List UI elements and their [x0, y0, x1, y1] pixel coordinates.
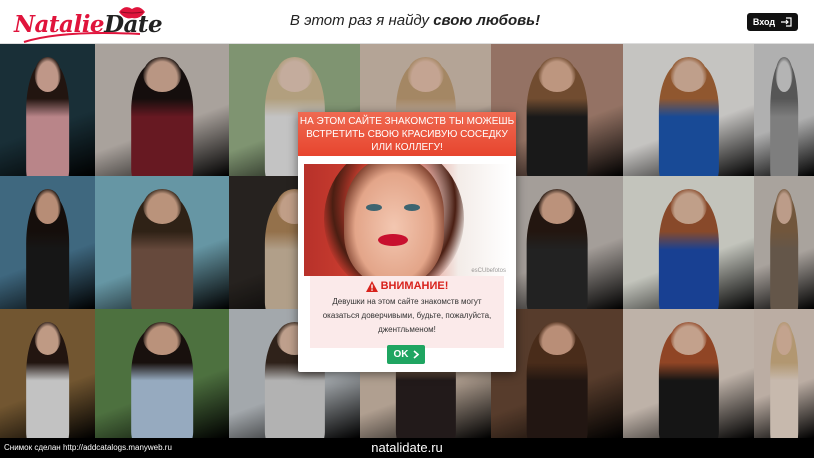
warning-title: ВНИМАНИЕ! — [310, 280, 504, 292]
photo-eye-left — [366, 204, 382, 211]
site-domain: natalidate.ru — [371, 440, 443, 455]
sign-in-icon — [781, 17, 792, 27]
welcome-modal: На этом сайте знакомств ты можешь встрет… — [298, 112, 516, 372]
warning-text: Девушки на этом сайте знакомств могут ок… — [322, 297, 492, 334]
photo-eye-right — [404, 204, 420, 211]
warning-box: ВНИМАНИЕ! Девушки на этом сайте знакомст… — [310, 276, 504, 348]
photo-face — [344, 164, 444, 276]
site-header: NatalieDate В этот раз я найду свою любо… — [0, 0, 814, 44]
footer-bar: Снимок сделан http://addcatalogs.manyweb… — [0, 438, 814, 458]
lips-icon — [119, 7, 145, 19]
photo-lips — [378, 234, 408, 246]
login-button[interactable]: Вход — [747, 13, 798, 31]
site-logo[interactable]: NatalieDate — [14, 4, 163, 43]
warning-title-text: ВНИМАНИЕ! — [380, 280, 449, 292]
modal-headline: На этом сайте знакомств ты можешь встрет… — [298, 112, 516, 156]
photo-watermark: esCUbefotos — [471, 268, 506, 274]
warning-triangle-icon — [365, 280, 378, 292]
chevron-right-icon — [412, 350, 419, 359]
modal-photo: esCUbefotos — [304, 164, 510, 276]
ok-button[interactable]: OK — [387, 345, 425, 364]
site-tagline: В этот раз я найду свою любовь! — [289, 12, 541, 29]
login-label: Вход — [752, 17, 776, 27]
ok-label: OK — [393, 349, 409, 360]
logo-swoosh — [23, 32, 141, 43]
